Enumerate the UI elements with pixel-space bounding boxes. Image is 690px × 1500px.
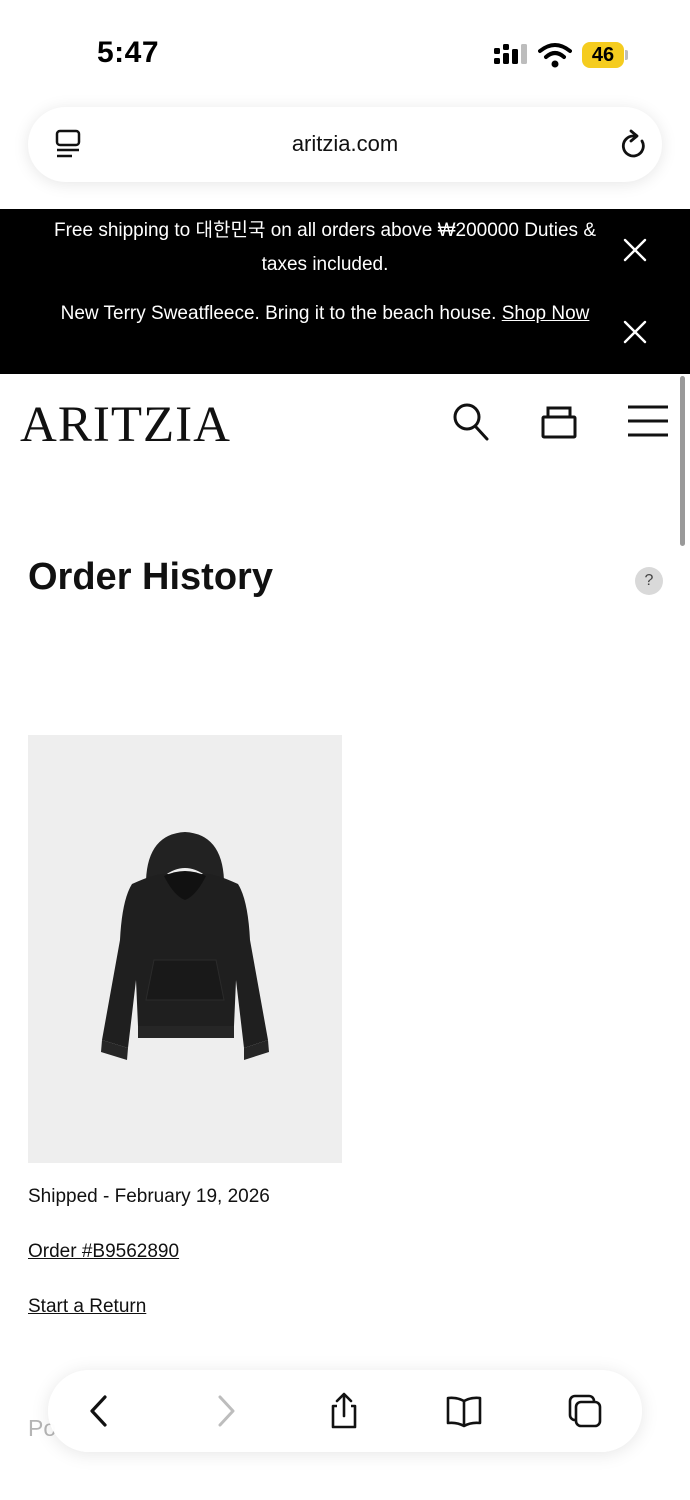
hoodie-image xyxy=(101,832,269,1060)
battery-level: 46 xyxy=(591,43,615,66)
order-status: Shipped - February 19, 2026 xyxy=(28,1186,270,1207)
address-bar[interactable]: aritzia.com xyxy=(28,107,662,182)
promo-shipping-text: Free shipping to 대한민국 on all orders abov… xyxy=(53,220,597,275)
help-button[interactable]: ? xyxy=(635,567,663,595)
menu-icon[interactable] xyxy=(627,404,669,438)
bookmarks-icon[interactable] xyxy=(445,1392,483,1430)
tabs-icon[interactable] xyxy=(566,1392,604,1430)
address-url[interactable]: aritzia.com xyxy=(28,131,662,157)
product-image[interactable] xyxy=(28,735,342,1163)
status-time: 5:47 xyxy=(97,36,160,69)
promo-banner: Free shipping to 대한민국 on all orders abov… xyxy=(0,209,690,374)
site-header: ARITZIA xyxy=(0,374,690,474)
signal-icon xyxy=(494,44,527,64)
battery-indicator: 46 xyxy=(582,42,628,68)
scrollbar[interactable] xyxy=(680,376,685,546)
shop-now-link[interactable]: Shop Now xyxy=(502,303,590,324)
reload-icon[interactable] xyxy=(618,129,648,161)
close-icon[interactable] xyxy=(622,237,648,263)
promo-sweatfleece-copy: New Terry Sweatfleece. Bring it to the b… xyxy=(60,303,502,324)
page-title: Order History xyxy=(28,556,273,598)
order-number-link[interactable]: Order #B9562890 xyxy=(28,1241,179,1263)
brand-logo[interactable]: ARITZIA xyxy=(20,396,231,454)
back-icon[interactable] xyxy=(81,1392,119,1430)
bag-icon[interactable] xyxy=(540,404,578,440)
share-icon[interactable] xyxy=(325,1392,363,1430)
start-return-link[interactable]: Start a Return xyxy=(28,1296,146,1318)
forward-icon[interactable] xyxy=(206,1392,244,1430)
promo-sweatfleece-text: New Terry Sweatfleece. Bring it to the b… xyxy=(30,297,620,331)
search-icon[interactable] xyxy=(452,402,490,442)
browser-toolbar xyxy=(48,1370,642,1452)
wifi-icon xyxy=(538,43,572,68)
close-icon[interactable] xyxy=(622,319,648,345)
status-bar: 5:47 46 xyxy=(0,0,690,100)
